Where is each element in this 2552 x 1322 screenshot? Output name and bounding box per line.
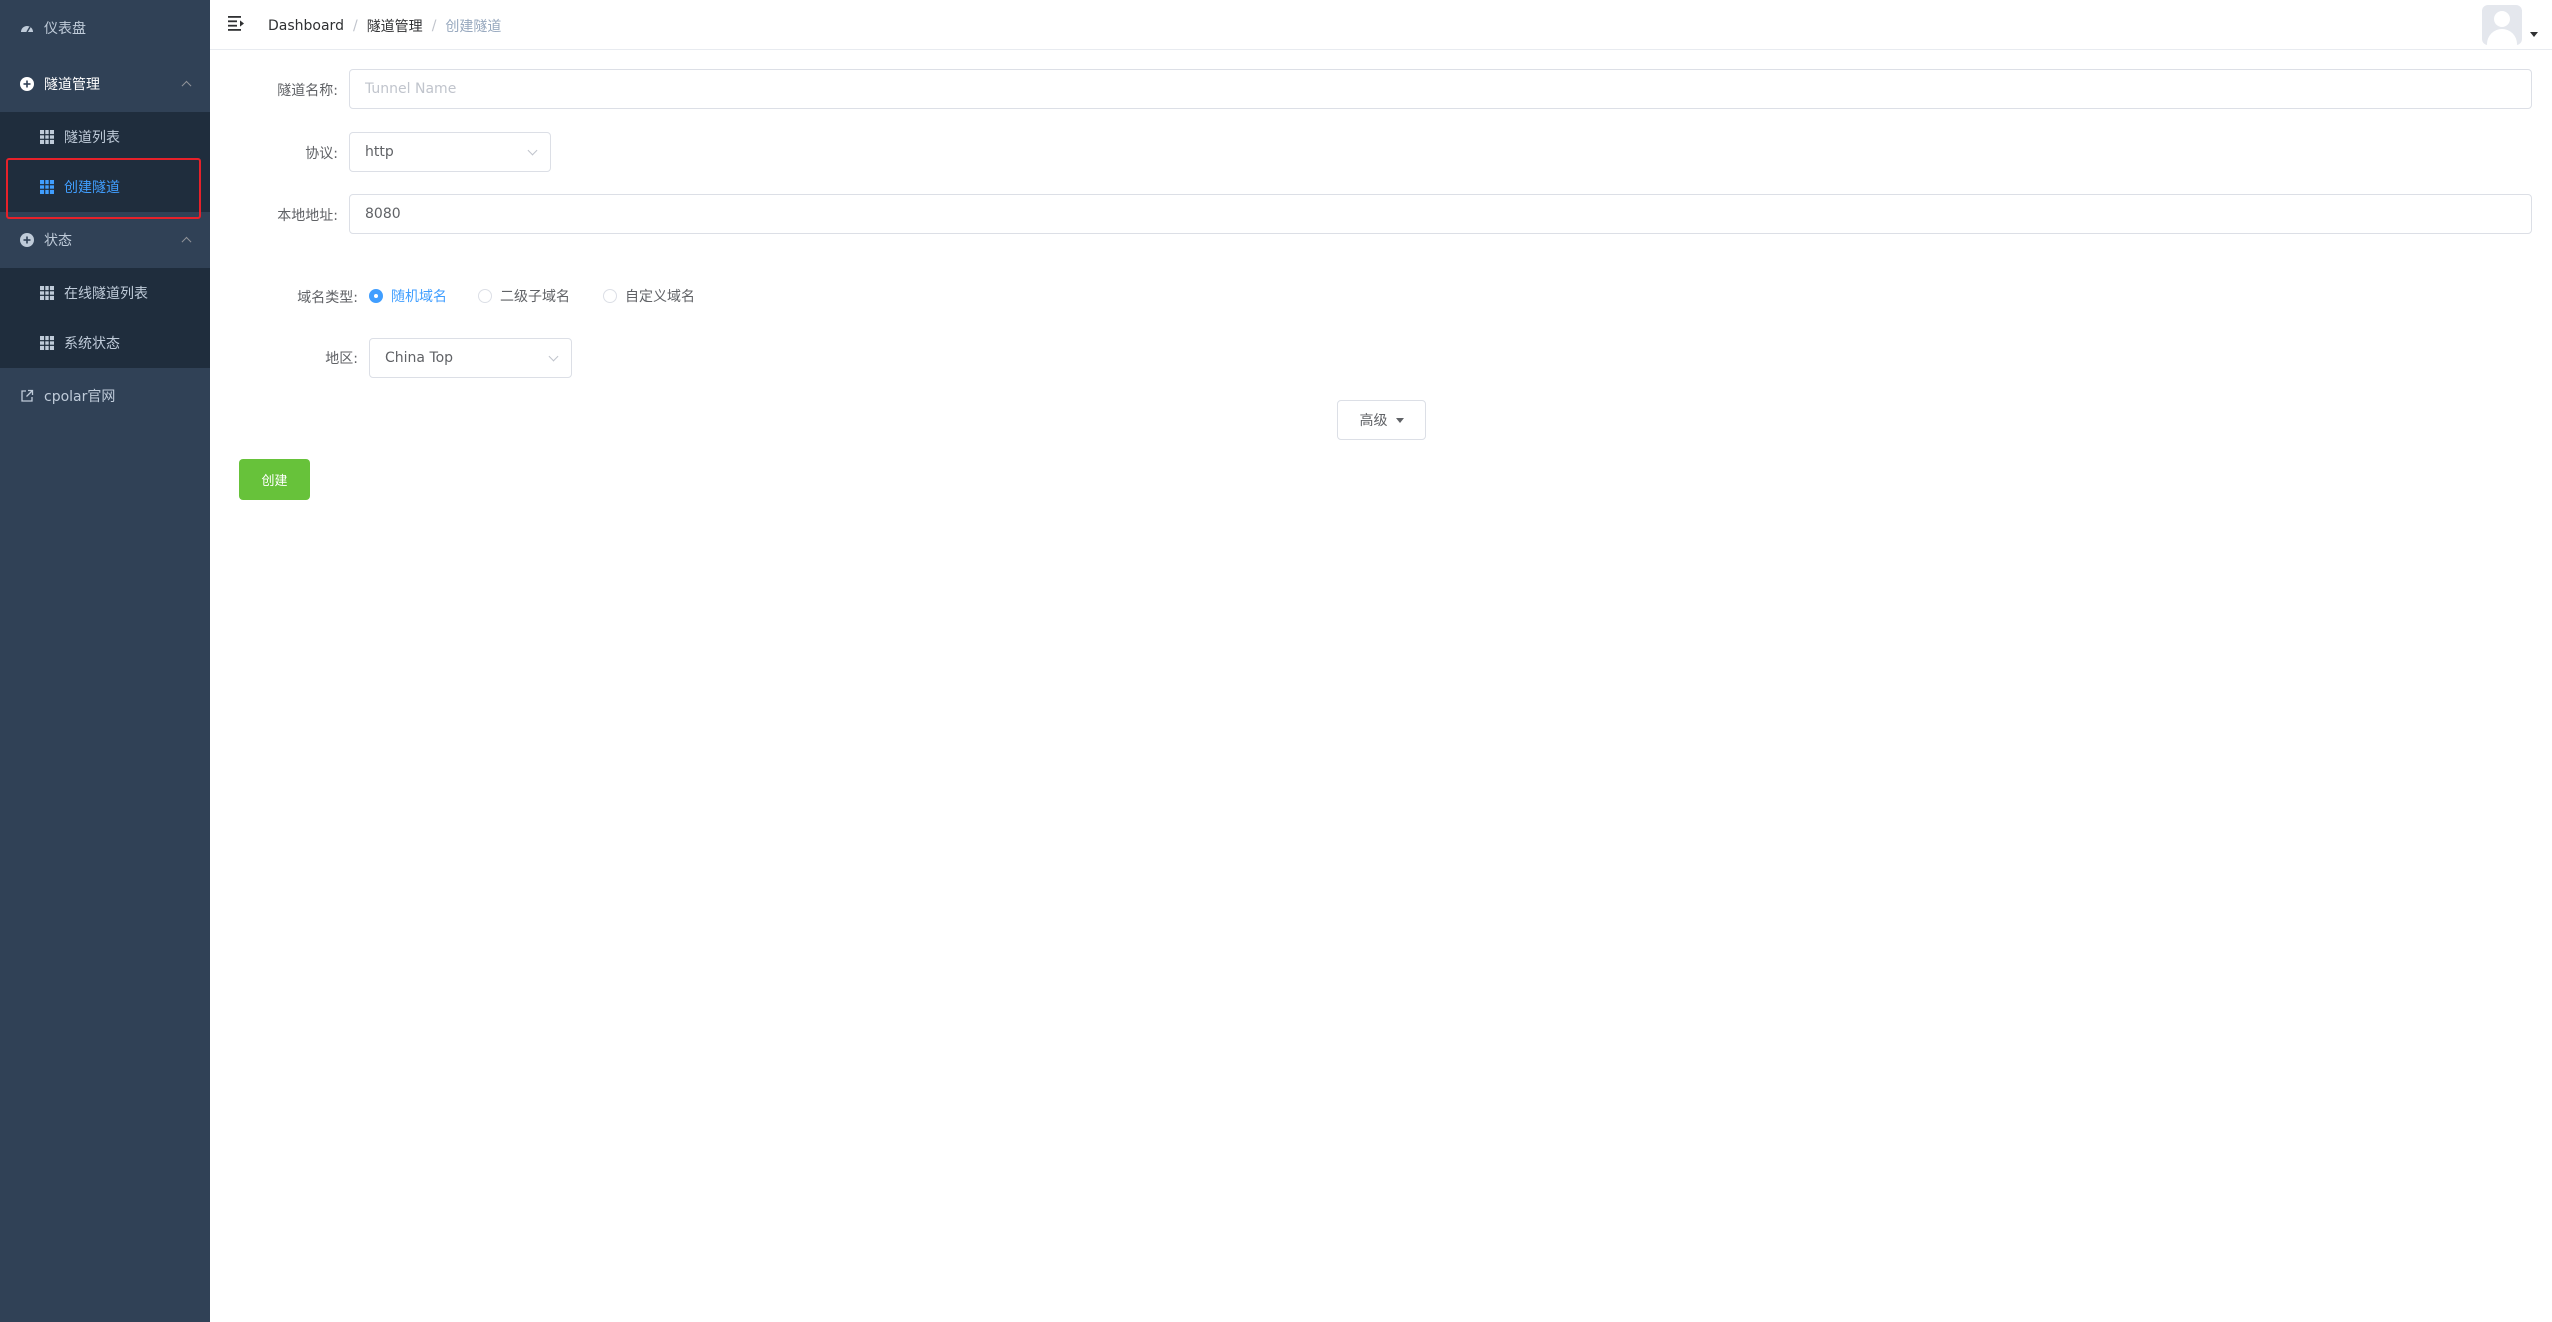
avatar-body-shape [2487,29,2517,45]
plus-circle-icon [20,77,34,91]
local-address-value: 8080 [365,206,401,222]
sidebar-item-system-status[interactable]: 系统状态 [0,318,210,368]
create-button[interactable]: 创建 [239,459,310,500]
sidebar-item-label: 在线隧道列表 [64,286,148,302]
advanced-button[interactable]: 高级 [1337,400,1426,440]
sidebar-item-tunnel-list[interactable]: 隧道列表 [0,112,210,162]
radio-custom-domain[interactable]: 自定义域名 [603,288,695,305]
avatar-head-shape [2494,11,2510,27]
sidebar-item-label: 仪表盘 [44,21,86,37]
grid-icon [40,286,54,300]
radio-checked-icon [369,289,383,303]
radio-label: 随机域名 [391,289,447,305]
sidebar-item-label: 系统状态 [64,336,120,352]
advanced-button-label: 高级 [1359,413,1388,429]
sidebar-item-label: 隧道列表 [64,130,120,146]
top-navbar: Dashboard / 隧道管理 / 创建隧道 [210,0,2552,50]
avatar[interactable] [2482,5,2522,45]
highlight-annotation [6,158,201,219]
region-select[interactable]: China Top [369,338,572,378]
region-label: 地区: [325,351,358,367]
chevron-up-icon [181,236,192,247]
tunnel-name-input[interactable] [365,81,2516,97]
region-value: China Top [385,350,454,366]
caret-down-icon[interactable] [2530,32,2538,37]
create-button-label: 创建 [261,474,288,489]
breadcrumb-separator: / [352,18,358,34]
sidebar-item-online-tunnels[interactable]: 在线隧道列表 [0,268,210,318]
radio-label: 自定义域名 [625,289,695,305]
sidebar: 仪表盘 隧道管理 隧道列表 创建隧道 状态 在线隧道列表 系统状态 cpolar… [0,0,210,1322]
protocol-value: http [365,144,394,160]
local-address-field[interactable]: 8080 [349,194,2532,234]
hamburger-menu-icon[interactable] [228,14,246,32]
breadcrumb: Dashboard / 隧道管理 / 创建隧道 [268,16,501,36]
grid-icon [40,130,54,144]
breadcrumb-tunnel-management[interactable]: 隧道管理 [367,16,423,36]
radio-label: 二级子域名 [500,289,570,305]
radio-subdomain[interactable]: 二级子域名 [478,288,570,305]
tunnel-name-label: 隧道名称: [277,83,338,99]
grid-icon [40,336,54,350]
chevron-down-icon [548,351,559,362]
sidebar-item-label: 隧道管理 [44,77,100,93]
sidebar-item-tunnel-management[interactable]: 隧道管理 [0,56,210,112]
sidebar-item-label: 状态 [44,233,72,249]
chevron-up-icon [181,80,192,91]
external-link-icon [20,389,34,403]
breadcrumb-create-tunnel: 创建隧道 [445,19,502,35]
radio-unchecked-icon [478,289,492,303]
radio-unchecked-icon [603,289,617,303]
local-address-label: 本地地址: [277,208,338,224]
dashboard-icon [20,21,34,35]
breadcrumb-separator: / [431,18,437,34]
domain-type-label: 域名类型: [297,290,358,306]
plus-circle-icon [20,233,34,247]
radio-random-domain[interactable]: 随机域名 [369,288,447,305]
breadcrumb-dashboard[interactable]: Dashboard [268,18,344,34]
sidebar-item-label: cpolar官网 [44,389,116,405]
sidebar-item-status[interactable]: 状态 [0,212,210,268]
sidebar-item-dashboard[interactable]: 仪表盘 [0,0,210,56]
caret-down-icon [1395,417,1404,423]
sidebar-item-cpolar-website[interactable]: cpolar官网 [0,368,210,424]
protocol-label: 协议: [305,146,338,162]
chevron-down-icon [527,145,538,156]
protocol-select[interactable]: http [349,132,551,172]
tunnel-name-field[interactable] [349,69,2532,109]
